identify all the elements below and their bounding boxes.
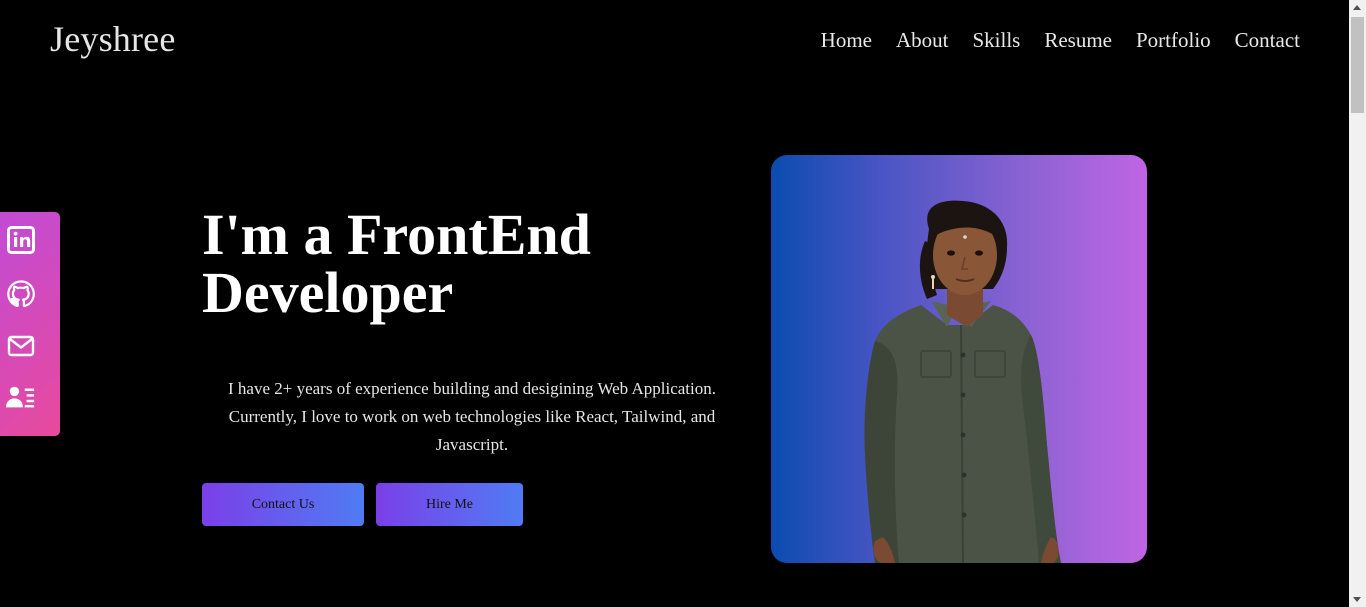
hero-title: I'm a FrontEnd Developer <box>202 206 672 322</box>
hero-title-line2: Developer <box>202 260 454 325</box>
scroll-down-arrow-icon[interactable] <box>1353 597 1361 602</box>
contact-card-link[interactable] <box>6 384 36 410</box>
page: Jeyshree Home About Skills Resume Portfo… <box>0 0 1349 607</box>
brand-logo[interactable]: Jeyshree <box>50 18 176 60</box>
social-sidebar <box>0 212 60 436</box>
nav-portfolio[interactable]: Portfolio <box>1136 28 1211 53</box>
nav-resume[interactable]: Resume <box>1044 28 1112 53</box>
scroll-thumb[interactable] <box>1351 17 1364 113</box>
hero-description: I have 2+ years of experience building a… <box>202 375 742 459</box>
nav-home[interactable]: Home <box>821 28 872 53</box>
hire-me-button[interactable]: Hire Me <box>376 483 523 526</box>
person-illustration <box>864 200 1061 563</box>
profile-photo <box>771 155 1147 563</box>
hero-title-line1: I'm a FrontEnd <box>202 202 591 267</box>
github-link[interactable] <box>6 280 36 308</box>
hero-desc-line3: Javascript. <box>435 435 509 454</box>
scroll-up-arrow-icon[interactable] <box>1353 5 1361 10</box>
hero-desc-line2: Currently, I love to work on web technol… <box>228 407 716 426</box>
nav-skills[interactable]: Skills <box>972 28 1020 53</box>
linkedin-icon <box>7 226 35 254</box>
vertical-scrollbar[interactable] <box>1349 0 1366 607</box>
nav-contact[interactable]: Contact <box>1235 28 1300 53</box>
contact-us-button[interactable]: Contact Us <box>202 483 364 526</box>
main-nav: Home About Skills Resume Portfolio Conta… <box>821 28 1300 53</box>
nav-about[interactable]: About <box>896 28 949 53</box>
linkedin-link[interactable] <box>6 226 36 254</box>
hero-desc-line1: I have 2+ years of experience building a… <box>227 379 717 398</box>
github-icon <box>7 280 35 308</box>
mail-link[interactable] <box>6 334 36 358</box>
contact-card-icon <box>6 386 35 408</box>
mail-icon <box>7 335 35 357</box>
